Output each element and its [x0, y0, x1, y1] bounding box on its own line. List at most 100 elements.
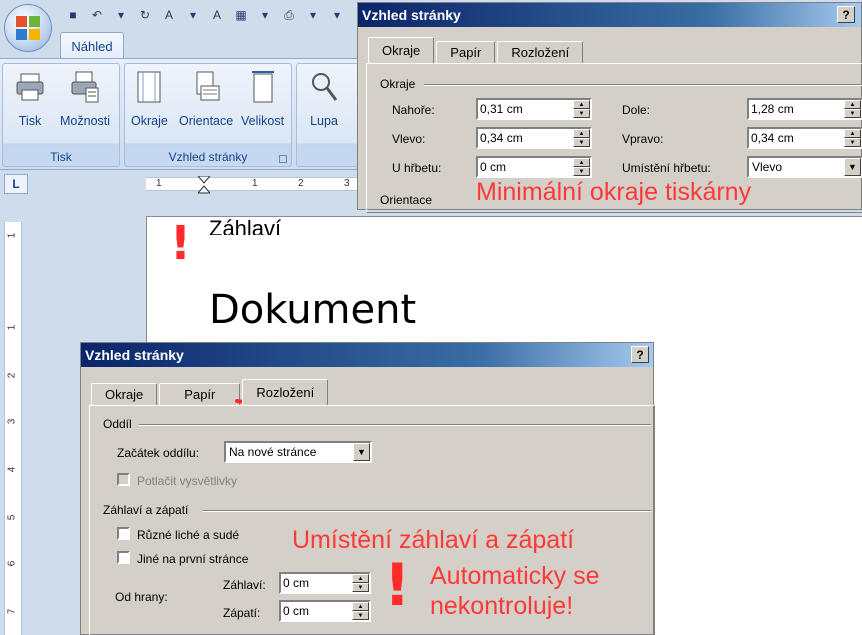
format-icon[interactable]: A [208, 6, 226, 24]
label-vpravo: Vpravo: [622, 132, 664, 146]
ribbon-tab-strip: Náhled [0, 30, 362, 60]
spin-down-icon[interactable]: ▼ [352, 583, 369, 592]
printer-icon [16, 73, 44, 101]
orientace-label: Orientace [179, 114, 234, 128]
save-icon[interactable]: ■ [64, 6, 82, 24]
ruler-tick: 1 [252, 178, 258, 189]
chevron-down-icon[interactable]: ▾ [256, 6, 274, 24]
ruler-tick: 1 [6, 324, 18, 331]
orientace-button[interactable]: Orientace [179, 70, 233, 128]
dialog2-title: Vzhled stránky [85, 347, 184, 363]
u-hrbetu-value: 0 cm [480, 160, 507, 174]
tab-rozlozeni[interactable]: Rozložení [497, 41, 584, 63]
dialog2-tabs: Okraje Papír Rozložení [91, 379, 330, 405]
dole-input[interactable]: 1,28 cm ▲ ▼ [747, 98, 862, 120]
chevron-down-icon[interactable]: ▼ [353, 443, 370, 461]
spin-arrows[interactable]: ▲ ▼ [844, 100, 861, 118]
spin-down-icon[interactable]: ▼ [352, 611, 369, 620]
nahore-input[interactable]: 0,31 cm ▲ ▼ [476, 98, 592, 120]
horizontal-ruler[interactable]: 1 1 2 3 [146, 176, 358, 194]
potlacit-checkbox[interactable] [117, 473, 130, 486]
vlevo-value: 0,34 cm [480, 131, 523, 145]
okraje-button[interactable]: Okraje [131, 70, 168, 128]
spin-down-icon[interactable]: ▼ [573, 109, 590, 118]
spin-up-icon[interactable]: ▲ [573, 100, 590, 109]
customize-qat-icon[interactable]: ▾ [328, 6, 346, 24]
dole-value: 1,28 cm [751, 102, 794, 116]
label-zahlavi: Záhlaví: [223, 578, 266, 592]
spin-arrows[interactable]: ▲ ▼ [844, 129, 861, 147]
ruler-tick: 1 [6, 232, 18, 239]
indent-marker-icon[interactable] [198, 176, 210, 194]
redo-icon[interactable]: ↻ [136, 6, 154, 24]
chevron-down-icon[interactable]: ▾ [304, 6, 322, 24]
spin-down-icon[interactable]: ▼ [844, 138, 861, 147]
annotation-auto-line2: nekontroluje! [430, 592, 574, 620]
spin-up-icon[interactable]: ▲ [844, 100, 861, 109]
tab-okraje[interactable]: Okraje [91, 383, 158, 405]
jine-checkbox[interactable] [117, 551, 130, 564]
lupa-button[interactable]: Lupa [309, 70, 339, 128]
spin-up-icon[interactable]: ▲ [573, 129, 590, 138]
spin-up-icon[interactable]: ▲ [352, 602, 369, 611]
tab-stop-selector[interactable]: L [4, 174, 28, 194]
chevron-down-icon[interactable]: ▾ [112, 6, 130, 24]
zacatek-oddilu-value: Na nové stránce [229, 445, 317, 459]
tab-rozlozeni[interactable]: Rozložení [242, 379, 329, 405]
chevron-down-icon[interactable]: ▼ [844, 158, 861, 176]
label-zapati: Zápatí: [223, 606, 261, 620]
tisk-button[interactable]: Tisk [15, 70, 45, 128]
label-od-hrany: Od hrany: [115, 590, 168, 604]
help-button[interactable]: ? [837, 6, 855, 23]
help-button[interactable]: ? [631, 346, 649, 363]
dialog2-titlebar: Vzhled stránky ? [81, 343, 653, 367]
table-icon[interactable]: ▦ [232, 6, 250, 24]
u-hrbetu-input[interactable]: 0 cm ▲ ▼ [476, 156, 592, 178]
undo-icon[interactable]: ↶ [88, 6, 106, 24]
print-icon[interactable]: ⎙ [280, 6, 298, 24]
zapati-input[interactable]: 0 cm ▲ ▼ [279, 600, 371, 622]
ruzne-checkbox[interactable] [117, 527, 130, 540]
dialog1-tabs: Okraje Papír Rozložení [368, 37, 585, 63]
section-oddil: Oddíl [103, 417, 132, 431]
tab-papir[interactable]: Papír [436, 41, 496, 63]
spin-up-icon[interactable]: ▲ [573, 158, 590, 167]
font-icon[interactable]: A [160, 6, 178, 24]
annotation-placement: Umístění záhlaví a zápatí [292, 526, 575, 554]
size-icon [251, 71, 274, 103]
chevron-down-icon[interactable]: ▾ [184, 6, 202, 24]
spin-arrows[interactable]: ▲ ▼ [573, 158, 590, 176]
spin-up-icon[interactable]: ▲ [844, 129, 861, 138]
spin-down-icon[interactable]: ▼ [573, 167, 590, 176]
spin-up-icon[interactable]: ▲ [352, 574, 369, 583]
spin-arrows[interactable]: ▲ ▼ [352, 574, 369, 592]
spin-down-icon[interactable]: ▼ [844, 109, 861, 118]
spin-arrows[interactable]: ▲ ▼ [573, 100, 590, 118]
tab-okraje[interactable]: Okraje [368, 37, 435, 63]
dialog-launcher-icon[interactable] [279, 155, 287, 163]
vpravo-input[interactable]: 0,34 cm ▲ ▼ [747, 127, 862, 149]
tab-papir[interactable]: Papír [159, 383, 241, 405]
tab-nahled[interactable]: Náhled [60, 32, 124, 60]
zahlavi-input[interactable]: 0 cm ▲ ▼ [279, 572, 371, 594]
ruler-tick: 2 [298, 178, 304, 189]
zahlavi-value: 0 cm [283, 576, 310, 590]
magnifier-icon [312, 73, 338, 101]
vlevo-input[interactable]: 0,34 cm ▲ ▼ [476, 127, 592, 149]
ruler-tick: 6 [6, 560, 18, 567]
spin-arrows[interactable]: ▲ ▼ [352, 602, 369, 620]
umisteni-hrbetu-value: Vlevo [752, 160, 783, 174]
group-lupa: Lupa [296, 63, 366, 167]
zacatek-oddilu-select[interactable]: Na nové stránce ▼ [224, 441, 372, 463]
spin-down-icon[interactable]: ▼ [573, 138, 590, 147]
velikost-button[interactable]: Velikost [241, 70, 284, 128]
moznosti-button[interactable]: Možnosti [60, 70, 110, 128]
vertical-ruler[interactable]: 1 1 2 3 4 5 6 7 [4, 222, 22, 635]
potlacit-label: Potlačit vysvětlivky [137, 474, 238, 488]
spin-arrows[interactable]: ▲ ▼ [573, 129, 590, 147]
divider [203, 510, 651, 512]
section-orientace: Orientace [380, 193, 433, 207]
divider [424, 84, 862, 86]
umisteni-hrbetu-select[interactable]: Vlevo ▼ [747, 156, 862, 178]
annotation-min-margins: Minimální okraje tiskárny [476, 178, 752, 206]
